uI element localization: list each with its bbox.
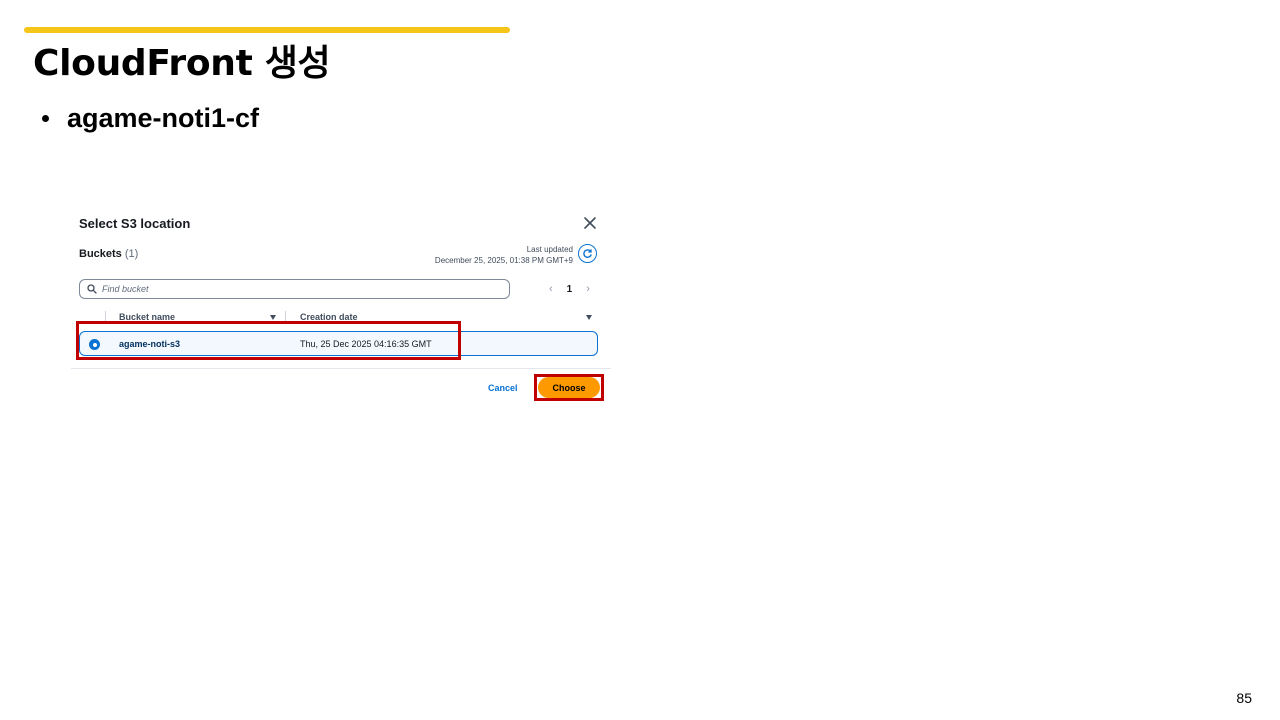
- radio-dot: [92, 342, 97, 347]
- accent-bar: [24, 27, 510, 33]
- sort-caret-icon[interactable]: [270, 315, 276, 320]
- last-updated-label: Last updated: [526, 245, 573, 254]
- buckets-header: Buckets (1): [79, 248, 138, 260]
- select-s3-location-modal: Select S3 location Buckets (1) Last upda…: [71, 205, 611, 405]
- bullet-dot: [42, 114, 49, 122]
- search-icon: [87, 284, 97, 294]
- column-divider: [285, 311, 286, 323]
- next-page-icon[interactable]: ›: [586, 283, 590, 295]
- pagination: ‹ 1 ›: [549, 283, 590, 295]
- sort-caret-icon[interactable]: [586, 315, 592, 320]
- creation-date-cell: Thu, 25 Dec 2025 04:16:35 GMT: [300, 339, 432, 349]
- bucket-name-cell[interactable]: agame-noti-s3: [119, 339, 180, 349]
- page-number-1[interactable]: 1: [567, 284, 573, 295]
- buckets-label: Buckets: [79, 248, 122, 260]
- previous-page-icon[interactable]: ‹: [549, 283, 553, 295]
- column-divider: [105, 311, 106, 323]
- close-icon[interactable]: [583, 216, 597, 230]
- bullet-text: agame-noti1-cf: [67, 103, 260, 133]
- bullet-item: agame-noti1-cf: [42, 100, 259, 136]
- choose-button[interactable]: Choose: [538, 377, 600, 398]
- find-bucket-search[interactable]: [79, 279, 510, 299]
- buckets-count: (1): [124, 248, 139, 260]
- refresh-icon: [583, 249, 592, 258]
- cancel-button[interactable]: Cancel: [488, 383, 518, 393]
- last-updated: Last updated December 25, 2025, 01:38 PM…: [435, 244, 573, 266]
- slide-title: CloudFront 생성: [33, 43, 331, 84]
- page-number: 85: [1236, 690, 1252, 706]
- column-header-creation-date[interactable]: Creation date: [300, 312, 358, 322]
- column-header-bucket-name[interactable]: Bucket name: [119, 312, 175, 322]
- modal-title: Select S3 location: [79, 216, 191, 231]
- table-row[interactable]: agame-noti-s3 Thu, 25 Dec 2025 04:16:35 …: [79, 331, 598, 356]
- last-updated-value: December 25, 2025, 01:38 PM GMT+9: [434, 256, 573, 265]
- refresh-button[interactable]: [578, 244, 597, 263]
- find-bucket-input[interactable]: [102, 284, 482, 294]
- footer-divider: [71, 368, 611, 369]
- row-radio-selected[interactable]: [89, 339, 100, 350]
